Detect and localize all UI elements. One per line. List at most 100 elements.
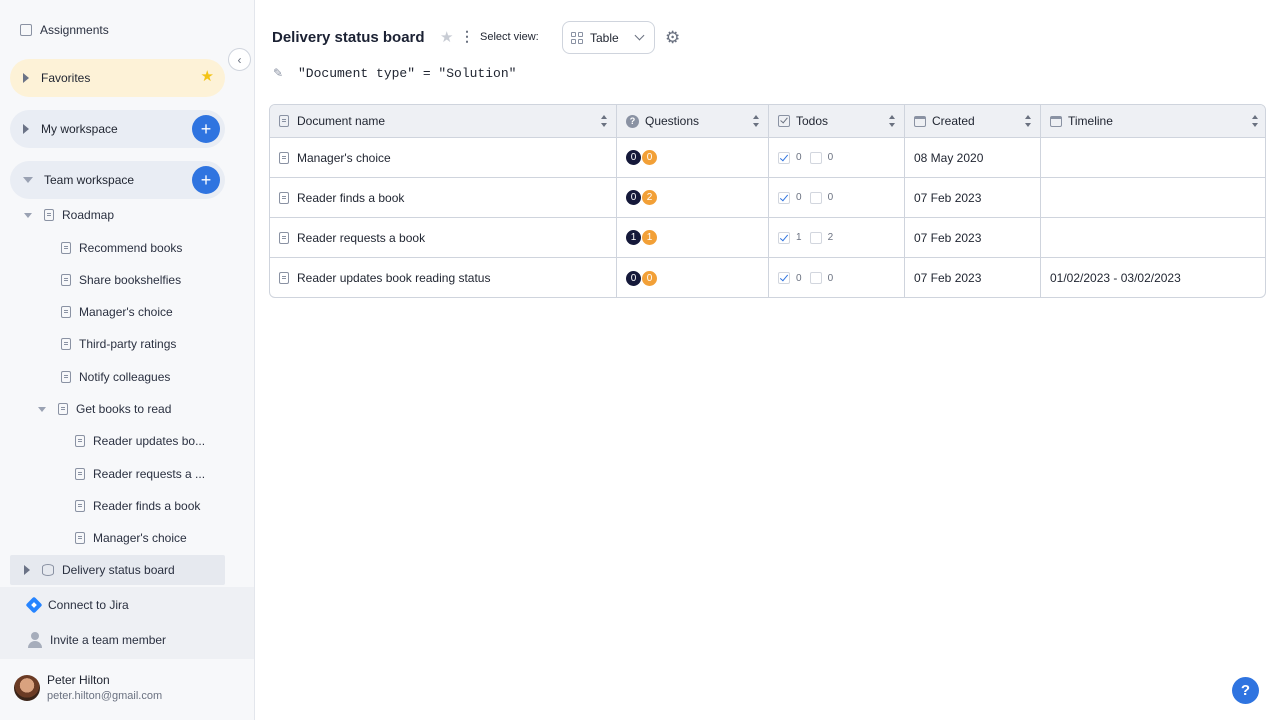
questions-badge-pending: 0	[642, 150, 657, 165]
tree-item-label: Reader updates bo...	[93, 434, 206, 448]
table-row[interactable]: Reader updates book reading status 0 0 0…	[270, 258, 1265, 297]
questions-badge-open: 0	[626, 190, 641, 205]
sidebar-item-assignments[interactable]: Assignments	[20, 21, 109, 39]
more-options-icon[interactable]: ⋮	[460, 29, 474, 43]
add-to-my-workspace-button[interactable]: +	[192, 115, 220, 143]
column-header-questions[interactable]: ? Questions	[617, 105, 769, 137]
timeline-cell[interactable]	[1041, 218, 1265, 257]
jira-icon	[25, 596, 43, 614]
column-label: Questions	[645, 114, 700, 128]
user-profile[interactable]: Peter Hilton peter.hilton@gmail.com	[14, 673, 162, 702]
tree-item-label: Reader finds a book	[93, 499, 201, 513]
my-workspace-section[interactable]: My workspace +	[10, 110, 225, 148]
tree-item-recommend-books[interactable]: Recommend books	[61, 238, 182, 258]
column-header-document-name[interactable]: Document name	[270, 105, 617, 137]
sidebar-actions: Connect to Jira Invite a team member	[0, 587, 254, 659]
document-name-cell[interactable]: Manager's choice	[270, 138, 617, 177]
todo-done-count: 0	[796, 152, 802, 163]
todos-cell[interactable]: 0 0	[769, 138, 905, 177]
sort-icon[interactable]	[1252, 115, 1258, 127]
document-icon	[279, 151, 289, 164]
tree-item-notify-colleagues[interactable]: Notify colleagues	[61, 367, 170, 387]
questions-cell[interactable]: 0 0	[617, 138, 769, 177]
tree-item-reader-updates[interactable]: Reader updates bo...	[75, 431, 205, 451]
sort-icon[interactable]	[889, 115, 895, 127]
table-row[interactable]: Reader requests a book 1 1 1 2 07 Feb 20…	[270, 218, 1265, 258]
table-row[interactable]: Reader finds a book 0 2 0 0 07 Feb 2023	[270, 178, 1265, 218]
invite-member-link[interactable]: Invite a team member	[28, 631, 166, 649]
questions-badge-open: 1	[626, 230, 641, 245]
todo-open-count: 0	[827, 152, 834, 163]
questions-cell[interactable]: 1 1	[617, 218, 769, 257]
todo-done-checkbox	[778, 151, 790, 164]
calendar-icon	[1050, 115, 1062, 127]
tree-item-roadmap[interactable]: Roadmap	[24, 205, 114, 225]
caret-right-icon	[23, 124, 29, 134]
todos-cell[interactable]: 0 0	[769, 258, 905, 297]
column-header-timeline[interactable]: Timeline	[1041, 105, 1265, 137]
todo-done-count: 0	[796, 272, 802, 284]
document-name-cell[interactable]: Reader requests a book	[270, 218, 617, 257]
connect-jira-link[interactable]: Connect to Jira	[25, 596, 129, 614]
tree-item-label: Manager's choice	[79, 305, 173, 319]
questions-badge-pending: 1	[642, 230, 657, 245]
tree-item-label: Manager's choice	[93, 531, 187, 545]
column-label: Created	[932, 114, 975, 128]
document-name: Reader requests a book	[297, 230, 426, 245]
tree-item-reader-requests[interactable]: Reader requests a ...	[75, 464, 205, 484]
team-workspace-section[interactable]: Team workspace +	[10, 161, 225, 199]
todo-open-count: 2	[827, 232, 834, 243]
document-icon	[75, 468, 85, 480]
sort-icon[interactable]	[753, 115, 759, 127]
user-email: peter.hilton@gmail.com	[47, 690, 163, 702]
tree-item-managers-choice[interactable]: Manager's choice	[61, 302, 173, 322]
document-name-cell[interactable]: Reader updates book reading status	[270, 258, 617, 297]
questions-cell[interactable]: 0 0	[617, 258, 769, 297]
tree-item-reader-finds[interactable]: Reader finds a book	[75, 496, 200, 516]
questions-cell[interactable]: 0 2	[617, 178, 769, 217]
timeline-cell[interactable]: 01/02/2023 - 03/02/2023	[1041, 258, 1265, 297]
add-to-team-workspace-button[interactable]: +	[192, 166, 220, 194]
caret-down-icon	[38, 406, 46, 412]
person-icon	[28, 632, 42, 648]
tree-item-label: Share bookshelfies	[79, 273, 182, 287]
timeline-cell[interactable]	[1041, 138, 1265, 177]
question-icon: ?	[626, 114, 639, 128]
view-select[interactable]: Table	[562, 21, 655, 54]
help-button[interactable]: ?	[1232, 677, 1259, 704]
star-icon[interactable]: ★	[440, 28, 453, 46]
todos-cell[interactable]: 1 2	[769, 218, 905, 257]
sort-icon[interactable]	[601, 115, 607, 127]
column-header-todos[interactable]: Todos	[769, 105, 905, 137]
sort-icon[interactable]	[1025, 115, 1031, 127]
caret-down-icon	[23, 177, 33, 183]
pencil-icon[interactable]: ✎	[273, 66, 283, 80]
favorites-label: Favorites	[41, 71, 91, 85]
document-icon	[75, 435, 85, 447]
document-icon	[279, 231, 289, 244]
column-header-created[interactable]: Created	[905, 105, 1041, 137]
created-cell: 07 Feb 2023	[905, 258, 1041, 297]
document-name: Manager's choice	[297, 150, 391, 165]
tree-item-delivery-status-board[interactable]: Delivery status board	[24, 560, 175, 580]
table-row[interactable]: Manager's choice 0 0 0 0 08 May 2020	[270, 138, 1265, 178]
favorites-section[interactable]: Favorites ★	[10, 59, 225, 97]
document-name-cell[interactable]: Reader finds a book	[270, 178, 617, 217]
caret-right-icon	[24, 565, 30, 575]
document-icon	[61, 274, 71, 286]
collapse-sidebar-button[interactable]: ‹	[228, 48, 251, 71]
gear-icon[interactable]: ⚙	[665, 29, 682, 46]
questions-badge-pending: 2	[642, 190, 657, 205]
tree-item-share-bookshelfies[interactable]: Share bookshelfies	[61, 270, 181, 290]
created-cell: 08 May 2020	[905, 138, 1041, 177]
my-workspace-label: My workspace	[41, 122, 118, 136]
timeline-cell[interactable]	[1041, 178, 1265, 217]
tree-item-label: Get books to read	[76, 402, 172, 416]
tree-item-third-party-ratings[interactable]: Third-party ratings	[61, 334, 176, 354]
tree-item-get-books-to-read[interactable]: Get books to read	[38, 399, 171, 419]
tree-item-managers-choice-2[interactable]: Manager's choice	[75, 528, 187, 548]
chevron-down-icon	[634, 30, 645, 41]
column-label: Todos	[796, 114, 829, 128]
filter-expression[interactable]: "Document type" = "Solution"	[298, 66, 516, 81]
todos-cell[interactable]: 0 0	[769, 178, 905, 217]
